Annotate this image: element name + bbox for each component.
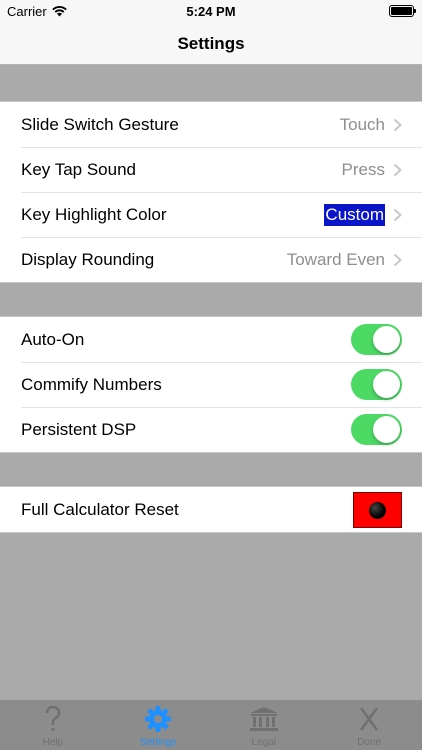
row-label: Full Calculator Reset [21,499,179,519]
key-tap-sound-row[interactable]: Key Tap Sound Press [0,147,422,192]
tab-label: Help [42,737,64,748]
tab-settings[interactable]: Settings [106,700,212,750]
bank-building-icon [249,705,279,733]
battery-icon [389,5,416,17]
x-close-icon [358,705,380,733]
gear-icon [144,705,172,733]
row-label: Key Tap Sound [21,159,136,179]
tab-legal[interactable]: Legal [211,700,317,750]
status-time: 5:24 PM [186,4,236,19]
toggle-knob [373,416,400,443]
auto-on-row: Auto-On [0,317,422,362]
auto-on-toggle[interactable] [351,324,402,355]
persistent-dsp-toggle[interactable] [351,414,402,445]
commify-numbers-toggle[interactable] [351,369,402,400]
chevron-right-icon [393,163,402,176]
page-title: Settings [177,34,245,53]
row-label: Display Rounding [21,249,155,269]
toggle-knob [373,326,400,353]
reset-section: Full Calculator Reset [0,486,422,533]
status-bar: Carrier 5:24 PM [0,0,422,22]
reset-button[interactable] [353,491,402,528]
preferences-section: Slide Switch Gesture Touch Key Tap Sound… [0,101,422,283]
row-label: Persistent DSP [21,419,137,439]
display-rounding-row[interactable]: Display Rounding Toward Even [0,237,422,282]
chevron-right-icon [393,208,402,221]
question-mark-icon [43,705,63,733]
tab-done[interactable]: Done [317,700,422,750]
key-highlight-color-row[interactable]: Key Highlight Color Custom [0,192,422,237]
highlight-color-swatch: Custom [324,203,385,226]
tab-bar: Help Settings Legal Done [0,700,422,750]
chevron-right-icon [393,118,402,131]
tab-label: Settings [140,737,177,748]
toggle-knob [373,371,400,398]
reset-dot-icon [369,501,386,519]
tab-label: Done [357,737,382,748]
row-label: Commify Numbers [21,374,162,394]
toggles-section: Auto-On Commify Numbers Persistent DSP [0,316,422,453]
row-label: Key Highlight Color [21,204,167,224]
row-label: Slide Switch Gesture [21,114,179,134]
row-value: Toward Even [286,249,385,269]
chevron-right-icon [393,253,402,266]
row-value: Touch [339,114,385,134]
tab-help[interactable]: Help [0,700,106,750]
commify-numbers-row: Commify Numbers [0,362,422,407]
row-value: Press [341,159,385,179]
tab-label: Legal [251,737,276,748]
full-calculator-reset-row: Full Calculator Reset [0,487,422,532]
slide-switch-gesture-row[interactable]: Slide Switch Gesture Touch [0,102,422,147]
status-right [389,5,416,17]
persistent-dsp-row: Persistent DSP [0,407,422,452]
navigation-bar: Settings [0,22,422,65]
row-label: Auto-On [21,329,85,349]
